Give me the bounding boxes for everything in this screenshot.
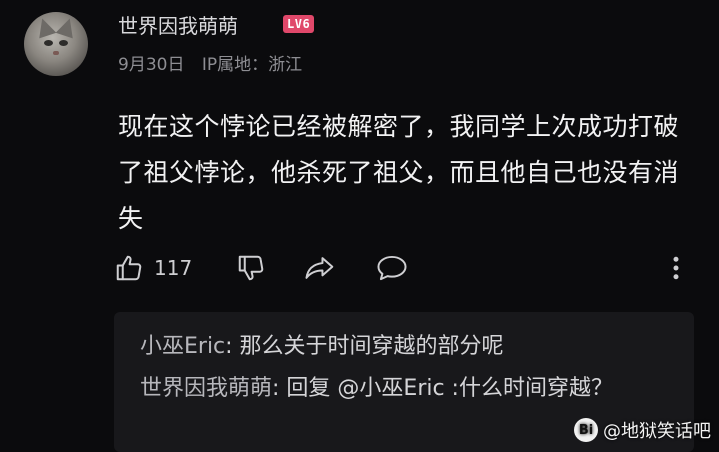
comment-meta: 9月30日 IP属地：浙江	[118, 50, 314, 75]
reply-item[interactable]: 小巫Eric: 那么关于时间穿越的部分呢	[140, 328, 680, 366]
ip-location: IP属地：浙江	[201, 55, 303, 75]
thumbs-up-icon	[116, 255, 142, 281]
reply-button[interactable]	[376, 253, 408, 283]
avatar[interactable]	[24, 12, 88, 76]
bilibili-logo-icon: Bi	[574, 418, 598, 442]
like-button[interactable]: 117	[114, 253, 192, 283]
cat-eye-left	[44, 40, 53, 46]
dislike-button[interactable]	[236, 253, 266, 283]
reply-author[interactable]: 小巫Eric	[140, 334, 225, 359]
thumbs-down-icon	[238, 255, 264, 281]
level-badge: LV6	[283, 15, 315, 33]
comment-username[interactable]: 世界因我萌萌	[118, 10, 238, 39]
cat-nose	[53, 51, 59, 55]
watermark-text: @地狱笑话吧	[603, 421, 711, 442]
comment-actions: 117	[114, 253, 694, 293]
cat-eye-right	[59, 40, 68, 46]
like-count: 117	[154, 256, 193, 280]
cat-ear-right	[55, 15, 79, 39]
share-button[interactable]	[304, 253, 336, 283]
watermark: Bi @地狱笑话吧	[574, 417, 711, 443]
comment-icon	[377, 255, 407, 281]
more-icon	[673, 256, 679, 280]
reply-item[interactable]: 世界因我萌萌: 回复 @小巫Eric :什么时间穿越？	[140, 370, 680, 408]
comment-date: 9月30日	[118, 55, 185, 75]
cat-ear-left	[33, 15, 57, 39]
comment-text: 现在这个悖论已经被解密了，我同学上次成功打破了祖父悖论，他杀死了祖父，而且他自己…	[118, 112, 680, 233]
more-button[interactable]	[670, 253, 682, 283]
reply-author[interactable]: 世界因我萌萌	[140, 376, 272, 401]
share-icon	[305, 257, 334, 279]
reply-text: : 回复 @小巫Eric :什么时间穿越？	[272, 376, 613, 401]
reply-text: : 那么关于时间穿越的部分呢	[225, 334, 504, 359]
